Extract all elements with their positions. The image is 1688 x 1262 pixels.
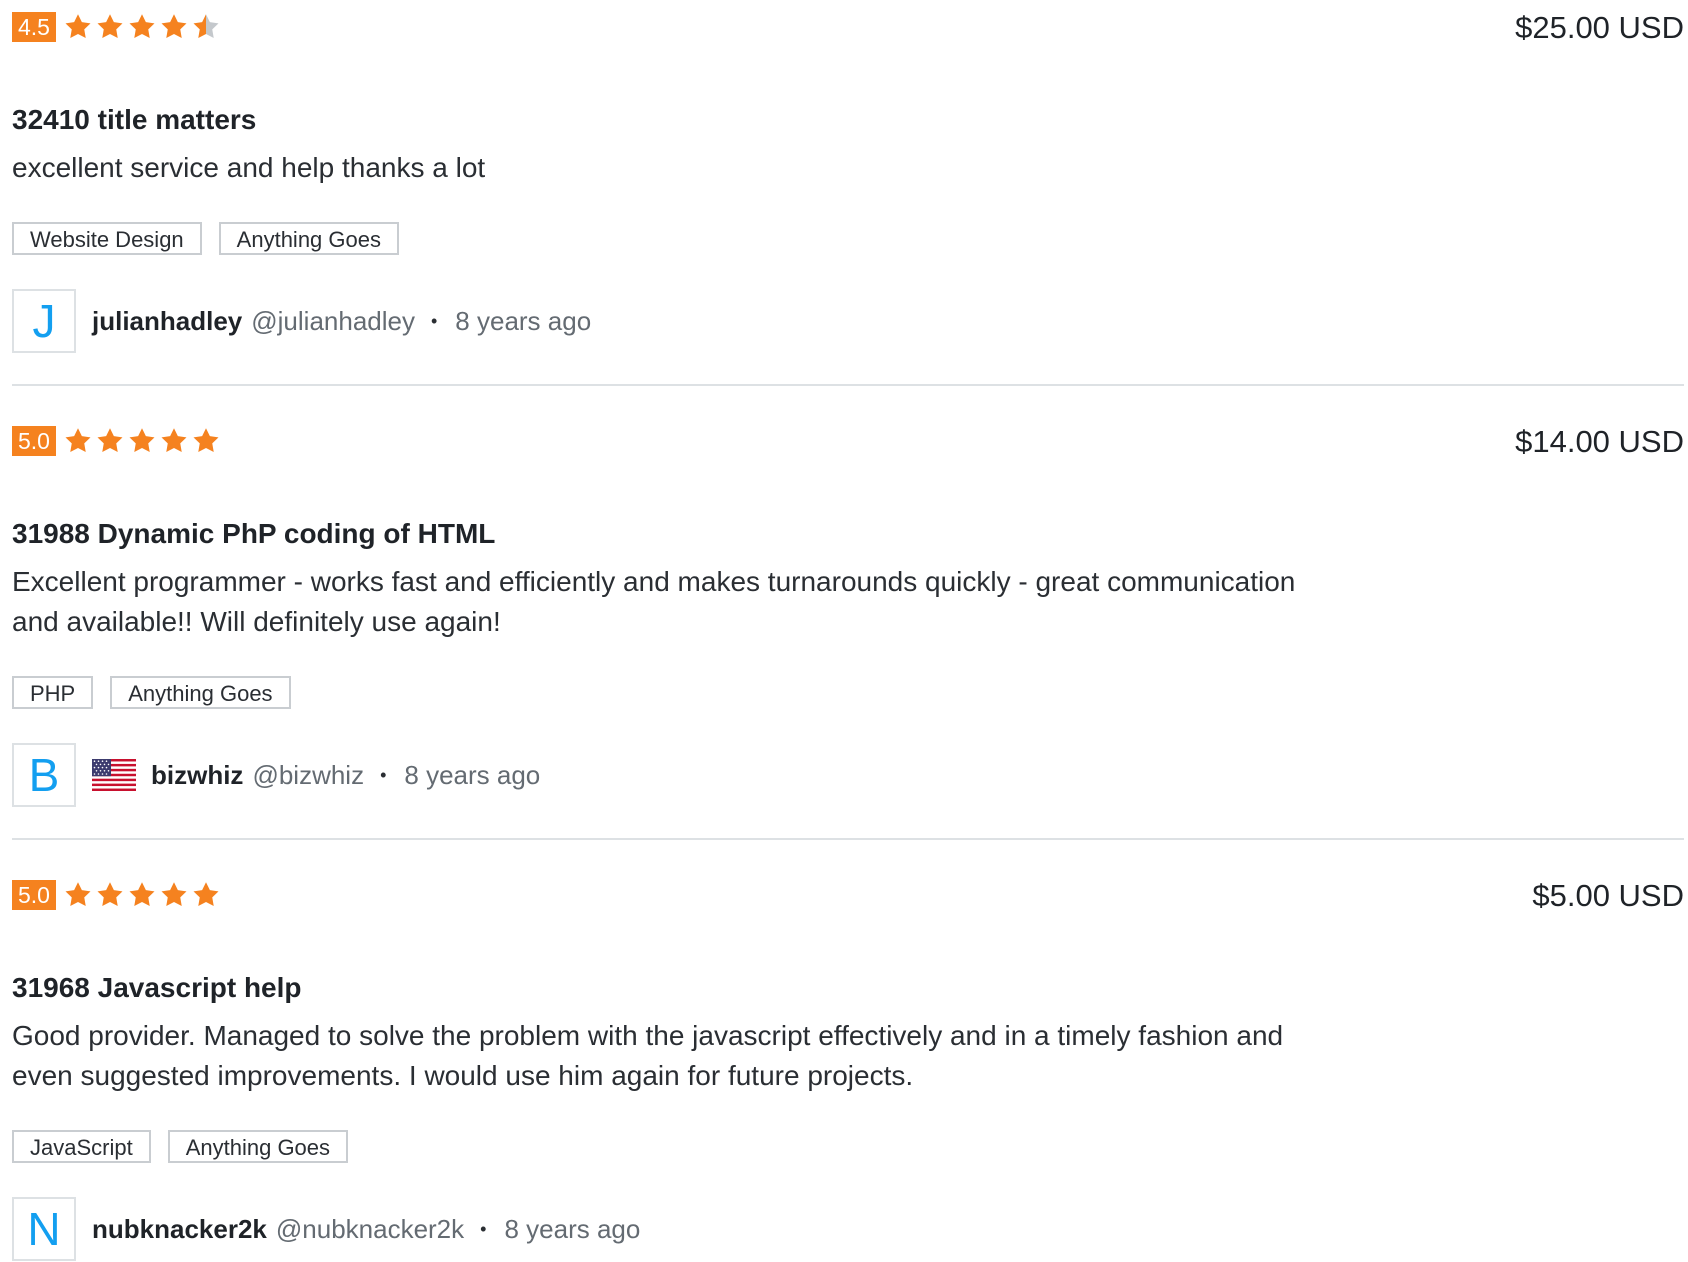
star-icon bbox=[193, 428, 219, 453]
review-title: 31988 Dynamic PhP coding of HTML bbox=[12, 518, 496, 549]
reviewer-handle: @bizwhiz bbox=[252, 759, 365, 790]
star-icon bbox=[97, 882, 123, 907]
us-flag-icon bbox=[92, 759, 136, 791]
rating-score-badge: 4.5 bbox=[12, 12, 56, 42]
review-title: 32410 title matters bbox=[12, 104, 257, 135]
star-rating bbox=[63, 12, 221, 42]
avatar[interactable]: N bbox=[12, 1197, 76, 1261]
review-age: 8 years ago bbox=[455, 305, 592, 336]
reviewer-username[interactable]: julianhadley bbox=[92, 306, 242, 337]
separator-dot: • bbox=[380, 764, 387, 785]
star-rating bbox=[63, 880, 221, 910]
star-icon bbox=[193, 14, 219, 39]
separator-dot: • bbox=[480, 1218, 487, 1239]
review-text: excellent service and help thanks a lot bbox=[12, 152, 486, 183]
review-age: 8 years ago bbox=[504, 1213, 641, 1244]
reviewer-handle: @julianhadley bbox=[251, 305, 415, 336]
star-icon bbox=[161, 882, 187, 907]
skill-tag[interactable]: Anything Goes bbox=[218, 222, 399, 255]
reviewer-username[interactable]: bizwhiz bbox=[151, 760, 243, 791]
review-divider bbox=[12, 838, 1684, 840]
star-icon bbox=[161, 428, 187, 453]
review-price: $5.00 USD bbox=[1532, 878, 1684, 913]
skill-tags: Website Design Anything Goes bbox=[12, 222, 399, 255]
star-icon bbox=[129, 428, 155, 453]
rating-row: 5.0 bbox=[12, 426, 221, 456]
reviewer-info: J julianhadley @julianhadley • 8 years a… bbox=[12, 289, 591, 353]
rating-row: 4.5 bbox=[12, 12, 221, 42]
review-price: $14.00 USD bbox=[1515, 424, 1684, 459]
avatar[interactable]: J bbox=[12, 289, 76, 353]
rating-row: 5.0 bbox=[12, 880, 221, 910]
skill-tags: JavaScript Anything Goes bbox=[12, 1130, 349, 1163]
skill-tag[interactable]: Website Design bbox=[12, 222, 202, 255]
star-icon bbox=[65, 428, 91, 453]
review-divider bbox=[12, 384, 1684, 386]
star-icon bbox=[65, 14, 91, 39]
rating-score-badge: 5.0 bbox=[12, 426, 56, 456]
reviewer-info: B bizwhiz @bizwhiz • 8 years ago bbox=[12, 743, 540, 807]
review-text: Good provider. Managed to solve the prob… bbox=[12, 1020, 1284, 1091]
star-icon bbox=[193, 882, 219, 907]
avatar[interactable]: B bbox=[12, 743, 76, 807]
review-price: $25.00 USD bbox=[1515, 10, 1684, 45]
review-text: Excellent programmer - works fast and ef… bbox=[12, 566, 1296, 637]
star-icon bbox=[97, 14, 123, 39]
skill-tag[interactable]: Anything Goes bbox=[167, 1130, 349, 1163]
review-title: 31968 Javascript help bbox=[12, 972, 302, 1003]
star-icon bbox=[65, 882, 91, 907]
review-age: 8 years ago bbox=[404, 759, 541, 790]
star-rating bbox=[63, 426, 221, 456]
skill-tag[interactable]: Anything Goes bbox=[110, 676, 291, 709]
reviewer-handle: @nubknacker2k bbox=[275, 1213, 465, 1244]
star-icon bbox=[97, 428, 123, 453]
star-icon bbox=[161, 14, 187, 39]
star-icon bbox=[129, 14, 155, 39]
reviewer-info: N nubknacker2k @nubknacker2k • 8 years a… bbox=[12, 1197, 640, 1261]
reviewer-username[interactable]: nubknacker2k bbox=[92, 1214, 267, 1245]
rating-score-badge: 5.0 bbox=[12, 880, 56, 910]
skill-tag[interactable]: PHP bbox=[12, 676, 94, 709]
skill-tags: PHP Anything Goes bbox=[12, 676, 291, 709]
separator-dot: • bbox=[430, 310, 438, 331]
star-icon bbox=[129, 882, 155, 907]
skill-tag[interactable]: JavaScript bbox=[12, 1130, 151, 1163]
